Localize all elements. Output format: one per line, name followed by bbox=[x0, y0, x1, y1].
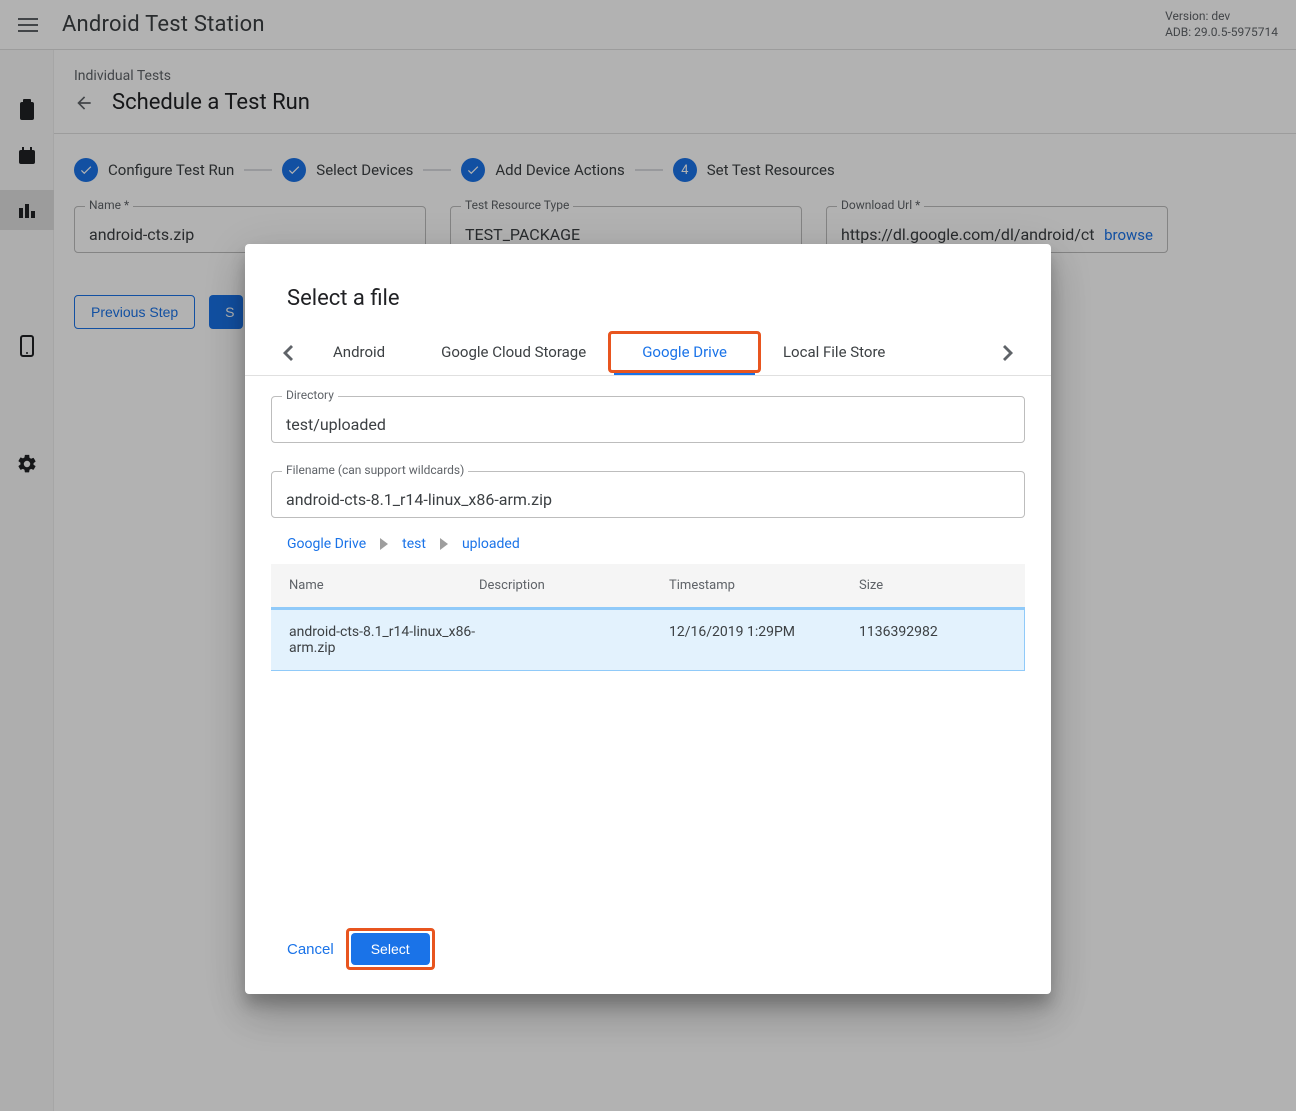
file-size: 1136392982 bbox=[859, 624, 1006, 656]
chevron-left-icon[interactable] bbox=[271, 331, 305, 375]
directory-field[interactable]: Directory test/uploaded bbox=[271, 396, 1025, 443]
file-timestamp: 12/16/2019 1:29PM bbox=[669, 624, 859, 656]
tab-google-drive[interactable]: Google Drive bbox=[614, 331, 755, 375]
directory-value: test/uploaded bbox=[286, 415, 386, 434]
modal-overlay: Select a file Android Google Cloud Stora… bbox=[0, 0, 1296, 1111]
tab-google-cloud-storage[interactable]: Google Cloud Storage bbox=[413, 331, 614, 375]
tab-row: Android Google Cloud Storage Google Driv… bbox=[245, 331, 1051, 376]
crumb-2[interactable]: uploaded bbox=[462, 536, 520, 552]
filename-field[interactable]: Filename (can support wildcards) android… bbox=[271, 471, 1025, 518]
select-button[interactable]: Select bbox=[351, 933, 430, 965]
file-picker-dialog: Select a file Android Google Cloud Stora… bbox=[245, 244, 1051, 994]
tab-local-file-store[interactable]: Local File Store bbox=[755, 331, 913, 375]
directory-label: Directory bbox=[282, 388, 338, 402]
tab-android[interactable]: Android bbox=[305, 331, 413, 375]
col-size: Size bbox=[859, 578, 1007, 593]
chevron-right-icon[interactable] bbox=[991, 331, 1025, 375]
chevron-right-icon bbox=[380, 538, 388, 550]
col-description: Description bbox=[479, 578, 669, 593]
chevron-right-icon bbox=[440, 538, 448, 550]
dialog-title: Select a file bbox=[245, 278, 1051, 331]
file-description bbox=[479, 624, 669, 656]
path-breadcrumbs: Google Drive test uploaded bbox=[271, 518, 1025, 564]
filename-label: Filename (can support wildcards) bbox=[282, 463, 468, 477]
file-table-header: Name Description Timestamp Size bbox=[271, 564, 1025, 607]
filename-value: android-cts-8.1_r14-linux_x86-arm.zip bbox=[286, 490, 552, 509]
file-row[interactable]: android-cts-8.1_r14-linux_x86-arm.zip 12… bbox=[271, 607, 1025, 671]
col-name: Name bbox=[289, 578, 479, 593]
col-timestamp: Timestamp bbox=[669, 578, 859, 593]
cancel-button[interactable]: Cancel bbox=[287, 941, 334, 958]
crumb-1[interactable]: test bbox=[402, 536, 426, 552]
file-name: android-cts-8.1_r14-linux_x86-arm.zip bbox=[289, 624, 479, 656]
tutorial-highlight-box: Select bbox=[346, 928, 435, 970]
crumb-root[interactable]: Google Drive bbox=[287, 536, 366, 552]
